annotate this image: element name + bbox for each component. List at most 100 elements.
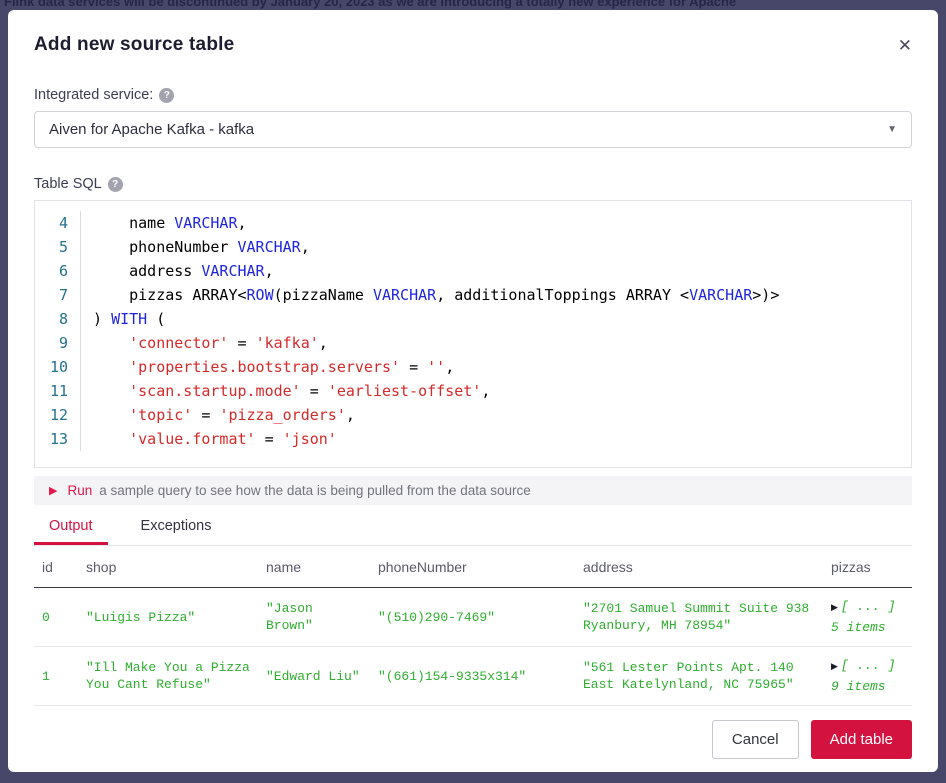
line-number: 5 — [35, 235, 81, 259]
table-sql-label: Table SQL — [34, 176, 102, 192]
code-token: , — [301, 238, 310, 256]
cell-id: 1 — [34, 647, 78, 706]
tab-output[interactable]: Output — [34, 509, 108, 545]
code-text: pizzas ARRAY<ROW(pizzaName VARCHAR, addi… — [81, 283, 779, 307]
help-icon[interactable]: ? — [108, 177, 123, 192]
pizzas-preview-text: [ ... ] — [841, 658, 896, 673]
run-bar-description: a sample query to see how the data is be… — [99, 483, 531, 498]
code-text: 'value.format' = 'json' — [81, 427, 337, 451]
code-token: ( — [147, 310, 165, 328]
code-token: VARCHAR — [373, 286, 436, 304]
code-token: = — [228, 334, 255, 352]
result-tabs: Output Exceptions — [34, 509, 912, 546]
line-number: 6 — [35, 259, 81, 283]
cell-phone-number: "(510)290-7469" — [370, 588, 575, 647]
help-icon[interactable]: ? — [159, 88, 174, 103]
play-icon[interactable]: ▶ — [49, 484, 57, 497]
expand-icon[interactable]: ▶ — [831, 662, 838, 672]
code-line: 8) WITH ( — [35, 307, 911, 331]
code-token: VARCHAR — [201, 262, 264, 280]
integrated-service-value: Aiven for Apache Kafka - kafka — [49, 121, 254, 138]
code-token — [93, 334, 129, 352]
tab-exceptions[interactable]: Exceptions — [126, 509, 227, 545]
code-text: phoneNumber VARCHAR, — [81, 235, 310, 259]
column-header-address: address — [575, 546, 823, 588]
cell-shop: "Luigis Pizza" — [78, 588, 258, 647]
line-number: 13 — [35, 427, 81, 451]
line-number: 7 — [35, 283, 81, 307]
code-line: 13 'value.format' = 'json' — [35, 427, 911, 451]
code-token: 'kafka' — [256, 334, 319, 352]
code-token: = — [192, 406, 219, 424]
line-number: 12 — [35, 403, 81, 427]
code-token: , additionalToppings ARRAY < — [436, 286, 689, 304]
column-header-pizzas: pizzas — [823, 546, 912, 588]
code-token: 'value.format' — [129, 430, 255, 448]
code-token: WITH — [111, 310, 147, 328]
table-sql-label-row: Table SQL ? — [34, 176, 912, 192]
code-text: 'scan.startup.mode' = 'earliest-offset', — [81, 379, 490, 403]
code-token: 'scan.startup.mode' — [129, 382, 301, 400]
integrated-service-label: Integrated service: — [34, 87, 153, 103]
code-token: 'json' — [283, 430, 337, 448]
sql-code-editor[interactable]: 4 name VARCHAR,5 phoneNumber VARCHAR,6 a… — [34, 200, 912, 468]
cell-pizzas: ▶[ ... ] 5 items — [823, 588, 912, 647]
code-token: VARCHAR — [238, 238, 301, 256]
code-text: ) WITH ( — [81, 307, 165, 331]
code-token: name — [93, 214, 174, 232]
cancel-button[interactable]: Cancel — [712, 720, 799, 759]
pizzas-count: 5 items — [831, 619, 904, 636]
pizzas-count: 9 items — [831, 678, 904, 695]
code-token: 'pizza_orders' — [219, 406, 345, 424]
code-token: , — [265, 262, 274, 280]
code-token: 'properties.bootstrap.servers' — [129, 358, 400, 376]
column-header-phoneNumber: phoneNumber — [370, 546, 575, 588]
code-token: (pizzaName — [274, 286, 373, 304]
code-text: 'topic' = 'pizza_orders', — [81, 403, 355, 427]
close-icon[interactable]: ✕ — [898, 37, 912, 54]
code-token: >)> — [752, 286, 779, 304]
code-token: pizzas ARRAY< — [93, 286, 247, 304]
background-banner-text: Flink data services will be discontinued… — [4, 0, 946, 9]
cell-name: "Edward Liu" — [258, 647, 370, 706]
code-token: ) — [93, 310, 111, 328]
integrated-service-select[interactable]: Aiven for Apache Kafka - kafka ▼ — [34, 111, 912, 148]
code-token: 'connector' — [129, 334, 228, 352]
cell-pizzas: ▶[ ... ] 9 items — [823, 647, 912, 706]
cell-id: 0 — [34, 588, 78, 647]
chevron-down-icon: ▼ — [887, 124, 897, 135]
output-table-header: idshopnamephoneNumberaddresspizzas — [34, 546, 912, 588]
line-number: 8 — [35, 307, 81, 331]
cell-address: "2701 Samuel Summit Suite 938 Ryanbury, … — [575, 588, 823, 647]
pizzas-preview: ▶[ ... ] — [831, 598, 904, 617]
add-new-source-table-modal: Add new source table ✕ Integrated servic… — [8, 10, 938, 772]
line-number: 10 — [35, 355, 81, 379]
code-token: phoneNumber — [93, 238, 238, 256]
code-token — [93, 406, 129, 424]
line-number: 4 — [35, 211, 81, 235]
output-table: idshopnamephoneNumberaddresspizzas 0"Lui… — [34, 546, 912, 706]
code-token: address — [93, 262, 201, 280]
code-token: , — [238, 214, 247, 232]
code-token: , — [445, 358, 454, 376]
code-token: , — [319, 334, 328, 352]
modal-title: Add new source table — [34, 34, 234, 56]
table-row: 1"Ill Make You a Pizza You Cant Refuse""… — [34, 647, 912, 706]
column-header-shop: shop — [78, 546, 258, 588]
run-button[interactable]: Run — [67, 483, 92, 498]
code-text: name VARCHAR, — [81, 211, 247, 235]
code-line: 6 address VARCHAR, — [35, 259, 911, 283]
expand-icon[interactable]: ▶ — [831, 603, 838, 613]
pizzas-preview: ▶[ ... ] — [831, 657, 904, 676]
code-token: 'earliest-offset' — [328, 382, 482, 400]
code-token: , — [346, 406, 355, 424]
cell-phone-number: "(661)154-9335x314" — [370, 647, 575, 706]
code-lines: 4 name VARCHAR,5 phoneNumber VARCHAR,6 a… — [35, 211, 911, 451]
add-table-button[interactable]: Add table — [811, 720, 912, 759]
integrated-service-label-row: Integrated service: ? — [34, 87, 912, 103]
code-text: 'properties.bootstrap.servers' = '', — [81, 355, 454, 379]
code-token: = — [301, 382, 328, 400]
code-line: 11 'scan.startup.mode' = 'earliest-offse… — [35, 379, 911, 403]
code-token: = — [256, 430, 283, 448]
column-header-name: name — [258, 546, 370, 588]
